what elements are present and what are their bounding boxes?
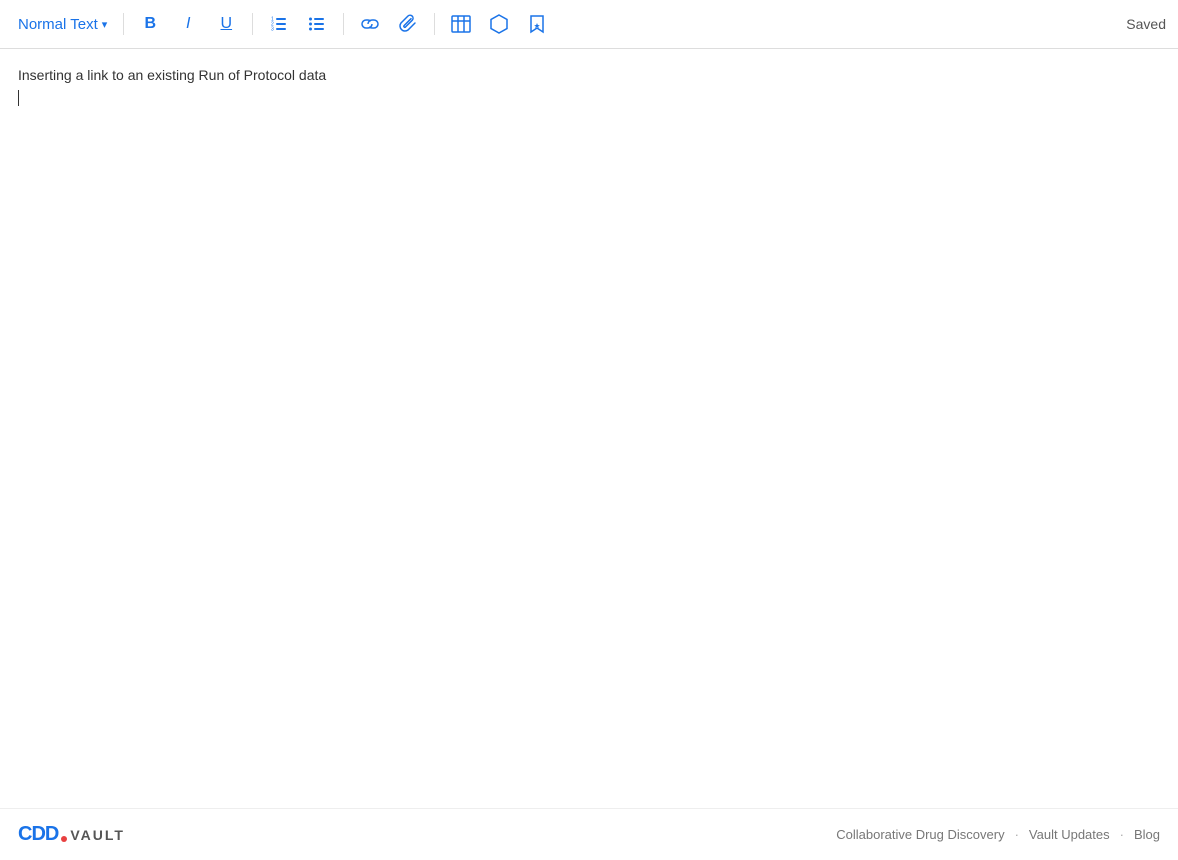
hexagon-icon (489, 14, 509, 34)
footer-link-vault-updates[interactable]: Vault Updates (1029, 827, 1110, 842)
editor-content[interactable]: Inserting a link to an existing Run of P… (18, 65, 1160, 106)
table-icon (451, 15, 471, 33)
svg-text:3: 3 (271, 27, 274, 33)
logo-vault: VAULT (70, 827, 125, 843)
link-button[interactable] (354, 8, 386, 40)
footer-links: Collaborative Drug Discovery · Vault Upd… (836, 827, 1160, 842)
underline-icon: U (221, 15, 233, 33)
editor-cursor-line (18, 90, 1160, 106)
saved-status: Saved (1126, 16, 1166, 32)
unordered-list-icon (308, 15, 326, 33)
bookmark-button[interactable] (521, 8, 553, 40)
attachment-icon (399, 14, 417, 34)
logo-cdd: CDD (18, 823, 58, 846)
ordered-list-button[interactable]: 1 2 3 (263, 8, 295, 40)
chevron-down-icon: ▾ (102, 18, 108, 31)
link-icon (360, 15, 380, 33)
toolbar: Normal Text ▾ B I U 1 2 3 (0, 0, 1178, 49)
footer-sep-1: · (1015, 827, 1019, 842)
bold-icon: B (145, 15, 157, 33)
unordered-list-button[interactable] (301, 8, 333, 40)
table-button[interactable] (445, 8, 477, 40)
toolbar-divider-2 (252, 13, 253, 35)
ordered-list-icon: 1 2 3 (270, 15, 288, 33)
editor-area[interactable]: Inserting a link to an existing Run of P… (0, 49, 1178, 808)
protocol-button[interactable] (483, 8, 515, 40)
footer-link-blog[interactable]: Blog (1134, 827, 1160, 842)
footer-sep-2: · (1120, 827, 1124, 842)
italic-icon: I (186, 15, 190, 33)
text-style-dropdown[interactable]: Normal Text ▾ (12, 12, 113, 37)
footer-logo: CDD VAULT (18, 823, 125, 846)
text-style-label: Normal Text (18, 16, 98, 33)
footer: CDD VAULT Collaborative Drug Discovery ·… (0, 808, 1178, 860)
attachment-button[interactable] (392, 8, 424, 40)
editor-line-1: Inserting a link to an existing Run of P… (18, 65, 1160, 86)
toolbar-divider-4 (434, 13, 435, 35)
bookmark-icon (529, 14, 545, 34)
logo-dot (61, 836, 67, 842)
toolbar-divider-1 (123, 13, 124, 35)
footer-link-cdd[interactable]: Collaborative Drug Discovery (836, 827, 1004, 842)
text-cursor (18, 90, 19, 106)
bold-button[interactable]: B (134, 8, 166, 40)
italic-button[interactable]: I (172, 8, 204, 40)
underline-button[interactable]: U (210, 8, 242, 40)
toolbar-divider-3 (343, 13, 344, 35)
